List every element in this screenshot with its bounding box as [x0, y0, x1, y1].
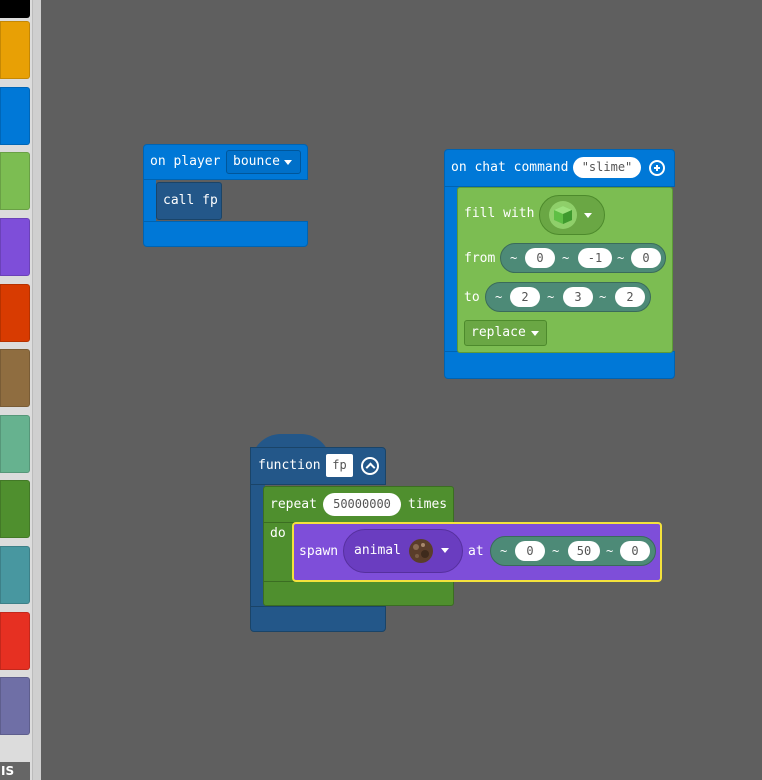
tilde-label: ~: [599, 290, 607, 304]
from-z-input[interactable]: 0: [631, 248, 661, 268]
spawn-position[interactable]: ~ 0 ~ 50 ~ 0: [490, 536, 656, 566]
toolbox-category-9[interactable]: [0, 546, 30, 604]
at-x-input[interactable]: 0: [515, 541, 545, 561]
chevron-down-icon: [284, 160, 292, 165]
chat-command-input[interactable]: "slime": [573, 157, 641, 178]
toolbox-category-11[interactable]: [0, 677, 30, 735]
toolbox: IS: [0, 0, 41, 780]
toolbox-category-3[interactable]: [0, 152, 30, 210]
toolbox-category-5[interactable]: [0, 284, 30, 342]
to-label: to: [464, 290, 480, 305]
call-function-block[interactable]: call fp: [156, 182, 222, 220]
fill-with-block[interactable]: fill with from ~ 0 ~ -1 ~ 0 to ~ 2 ~ 3 ~: [457, 187, 673, 353]
toolbox-category-7[interactable]: [0, 415, 30, 473]
toolbox-category-0[interactable]: [0, 0, 30, 18]
fill-with-label: fill with: [464, 206, 535, 221]
tilde-label: ~: [547, 290, 555, 304]
from-position[interactable]: ~ 0 ~ -1 ~ 0: [500, 243, 666, 273]
to-z-input[interactable]: 2: [615, 287, 645, 307]
from-label: from: [464, 251, 496, 266]
to-x-input[interactable]: 2: [510, 287, 540, 307]
slime-block-icon: [549, 201, 577, 229]
on-chat-command-label: on chat command: [451, 160, 569, 175]
animal-dropdown[interactable]: animal: [343, 529, 463, 573]
toolbox-category-1[interactable]: [0, 21, 30, 79]
animal-head-icon: [409, 539, 433, 563]
at-y-input[interactable]: 50: [568, 541, 600, 561]
function-name-input[interactable]: fp: [326, 454, 353, 477]
tilde-label: ~: [606, 544, 614, 558]
player-event-dropdown[interactable]: bounce: [226, 150, 301, 174]
chevron-down-icon: [441, 548, 449, 553]
toolbox-category-6[interactable]: [0, 349, 30, 407]
fill-mode-dropdown[interactable]: replace: [464, 320, 547, 346]
chevron-down-icon: [531, 331, 539, 336]
times-label: times: [408, 497, 448, 512]
at-z-input[interactable]: 0: [620, 541, 650, 561]
tilde-label: ~: [500, 544, 508, 558]
repeat-label: repeat: [270, 497, 317, 512]
add-parameter-icon[interactable]: [649, 160, 665, 176]
tilde-label: ~: [562, 251, 570, 265]
do-label: do: [270, 526, 286, 541]
collapse-icon[interactable]: [361, 457, 379, 475]
at-label: at: [468, 544, 484, 559]
repeat-count-input[interactable]: 50000000: [323, 493, 401, 516]
toolbox-category-4[interactable]: [0, 218, 30, 276]
animal-label: animal: [354, 543, 401, 558]
function-definition-block[interactable]: function fp repeat 50000000 times do spa…: [250, 432, 662, 632]
fill-mode-value: replace: [471, 325, 526, 340]
on-player-label: on player: [150, 154, 221, 169]
from-x-input[interactable]: 0: [525, 248, 555, 268]
tilde-label: ~: [552, 544, 560, 558]
chevron-down-icon: [584, 213, 592, 218]
toolbox-category-10[interactable]: [0, 612, 30, 670]
tilde-label: ~: [617, 251, 625, 265]
from-y-input[interactable]: -1: [578, 248, 612, 268]
tilde-label: ~: [510, 251, 518, 265]
spawn-animal-block[interactable]: spawn animal at ~ 0 ~ 50 ~ 0: [292, 522, 662, 582]
player-event-dropdown-value: bounce: [233, 154, 280, 169]
toolbox-scroll-edge: [32, 0, 41, 780]
to-y-input[interactable]: 3: [563, 287, 593, 307]
toolbox-category-label[interactable]: IS: [0, 762, 30, 780]
on-player-event-block[interactable]: on player bounce call fp: [143, 144, 308, 247]
toolbox-category-2[interactable]: [0, 87, 30, 145]
toolbox-category-8[interactable]: [0, 480, 30, 538]
spawn-label: spawn: [299, 544, 339, 559]
function-label: function: [258, 458, 321, 473]
to-position[interactable]: ~ 2 ~ 3 ~ 2: [485, 282, 651, 312]
on-chat-command-block[interactable]: on chat command "slime" fill with from ~…: [444, 149, 675, 379]
tilde-label: ~: [495, 290, 503, 304]
call-function-label: call fp: [163, 193, 218, 208]
fill-block-dropdown[interactable]: [539, 195, 605, 235]
